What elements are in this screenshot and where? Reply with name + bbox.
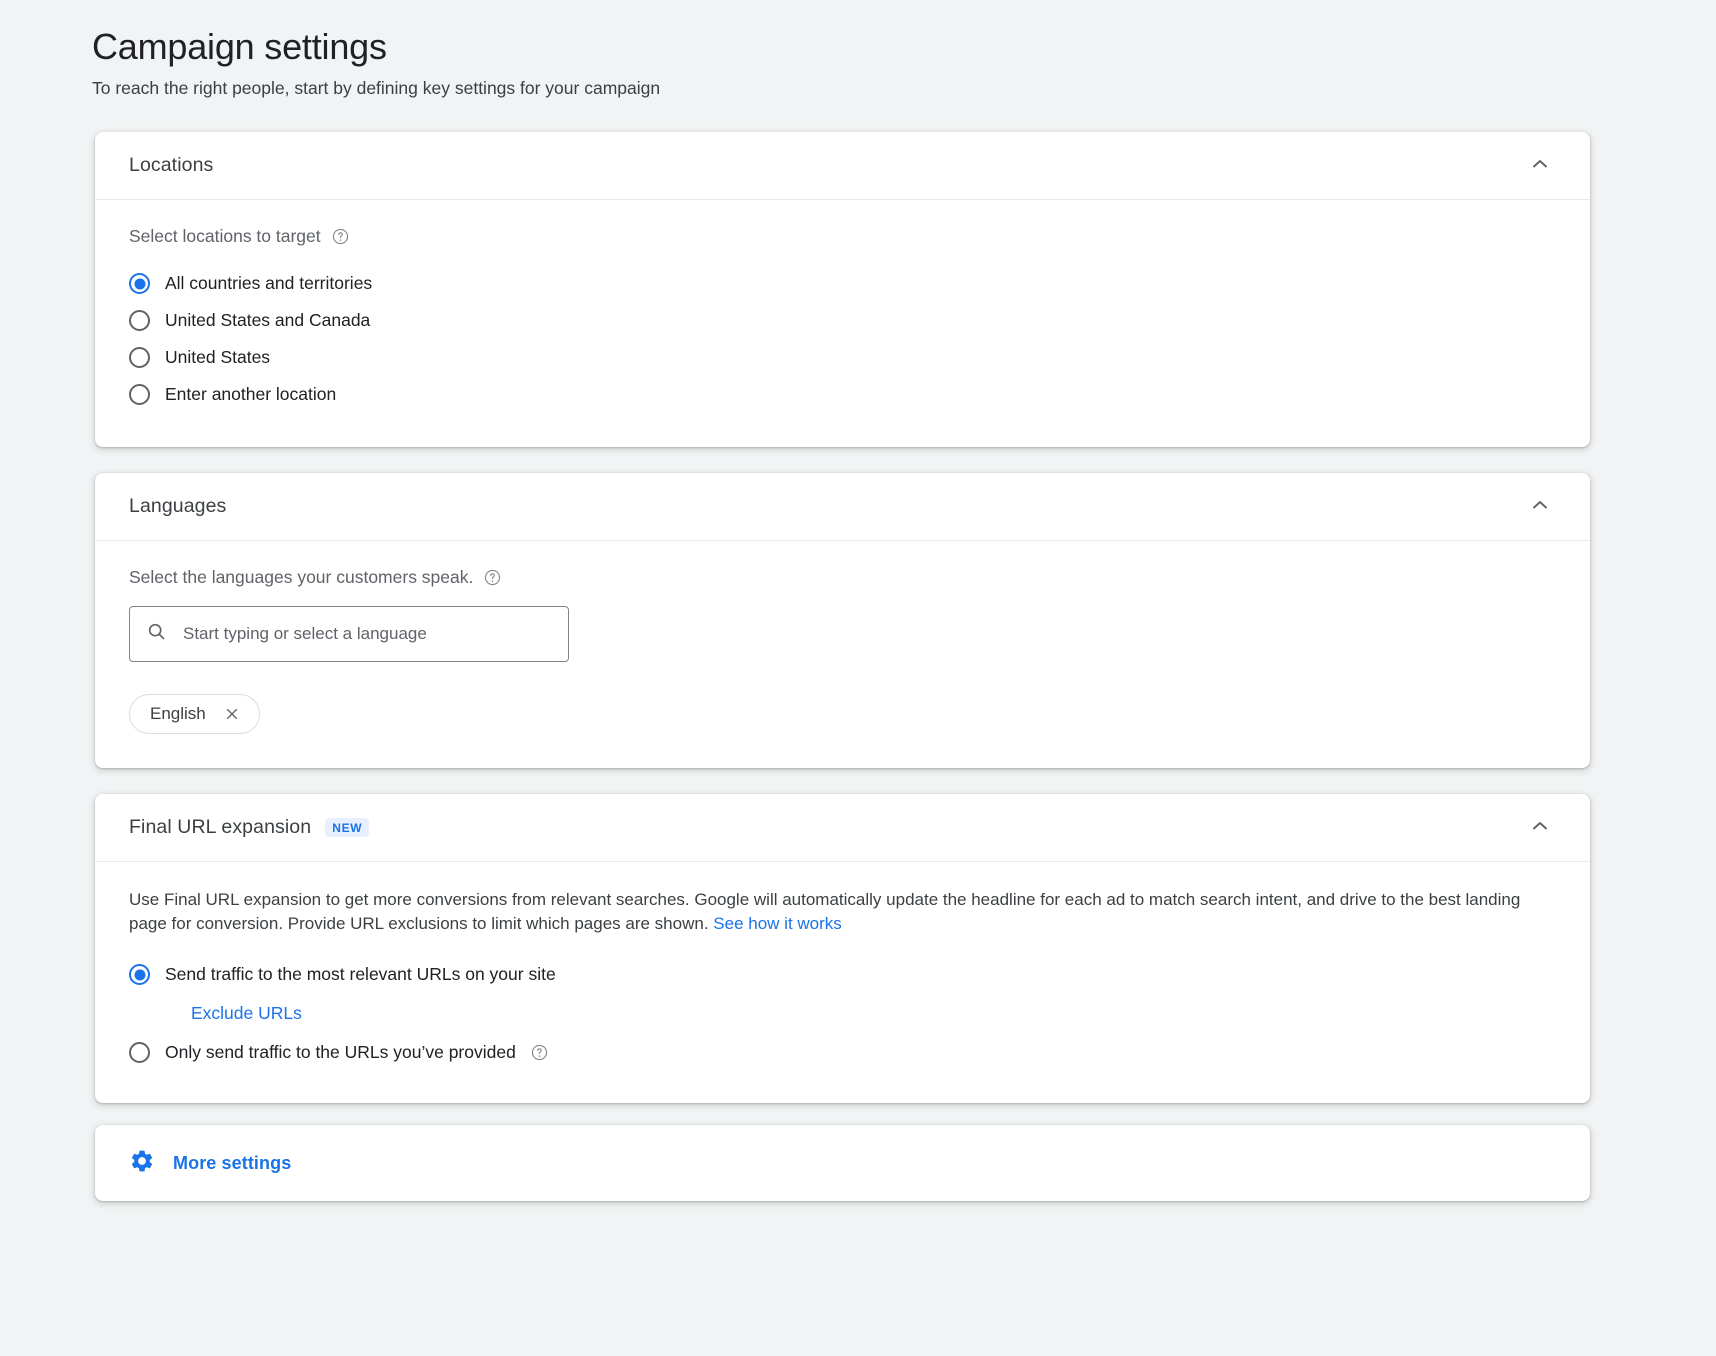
card-gap xyxy=(0,768,1716,794)
location-option-2[interactable]: United States xyxy=(129,339,1556,376)
languages-card-title: Languages xyxy=(129,495,226,518)
radio-indicator xyxy=(129,384,150,405)
more-settings-label: More settings xyxy=(173,1153,291,1174)
location-option-label: United States and Canada xyxy=(165,310,370,331)
chip-label: English xyxy=(150,704,206,724)
final-url-expansion-card-header: Final URL expansion NEW xyxy=(95,794,1590,862)
page-header: Campaign settings To reach the right peo… xyxy=(0,0,1716,100)
final-url-expansion-description: Use Final URL expansion to get more conv… xyxy=(129,888,1529,936)
new-badge: NEW xyxy=(325,818,369,837)
location-option-label: All countries and territories xyxy=(165,273,372,294)
final-url-option-1[interactable]: Only send traffic to the URLs you’ve pro… xyxy=(129,1036,1556,1069)
final-url-expansion-collapse-button[interactable] xyxy=(1520,808,1560,848)
page-title: Campaign settings xyxy=(92,26,1716,67)
chevron-up-icon xyxy=(1528,152,1552,179)
page-subtitle: To reach the right people, start by defi… xyxy=(92,77,1716,100)
radio-indicator xyxy=(129,1042,150,1063)
locations-card-title: Locations xyxy=(129,154,213,177)
final-url-expansion-card: Final URL expansion NEW Use Final URL ex… xyxy=(95,794,1590,1103)
locations-field-label-row: Select locations to target xyxy=(129,226,1556,247)
languages-collapse-button[interactable] xyxy=(1520,487,1560,527)
more-settings-row[interactable]: More settings xyxy=(95,1125,1590,1201)
languages-card-body: Select the languages your customers spea… xyxy=(95,541,1590,768)
radio-indicator xyxy=(129,347,150,368)
location-option-label: United States xyxy=(165,347,270,368)
final-url-expansion-card-body: Use Final URL expansion to get more conv… xyxy=(95,862,1590,1103)
help-circle-icon[interactable] xyxy=(531,1044,548,1061)
chevron-up-icon xyxy=(1528,493,1552,520)
help-circle-icon[interactable] xyxy=(332,228,349,245)
close-icon[interactable] xyxy=(222,704,242,724)
help-circle-icon[interactable] xyxy=(484,569,501,586)
languages-card: Languages Select the languages your cust… xyxy=(95,473,1590,768)
location-option-3[interactable]: Enter another location xyxy=(129,376,1556,413)
radio-indicator xyxy=(129,310,150,331)
location-option-0[interactable]: All countries and territories xyxy=(129,265,1556,302)
language-search-box[interactable] xyxy=(129,606,569,662)
locations-card-header: Locations xyxy=(95,132,1590,200)
location-option-1[interactable]: United States and Canada xyxy=(129,302,1556,339)
locations-field-label: Select locations to target xyxy=(129,226,321,247)
language-chip-list: English xyxy=(129,694,1556,734)
languages-field-label: Select the languages your customers spea… xyxy=(129,567,473,588)
radio-indicator xyxy=(129,964,150,985)
search-icon xyxy=(146,621,167,647)
radio-indicator xyxy=(129,273,150,294)
campaign-settings-page: Campaign settings To reach the right peo… xyxy=(0,0,1716,1356)
gear-icon xyxy=(129,1148,155,1179)
locations-card: Locations Select locations to target xyxy=(95,132,1590,447)
languages-card-header: Languages xyxy=(95,473,1590,541)
final-url-option-0[interactable]: Send traffic to the most relevant URLs o… xyxy=(129,958,1556,991)
locations-collapse-button[interactable] xyxy=(1520,146,1560,186)
exclude-urls-link[interactable]: Exclude URLs xyxy=(191,1003,302,1024)
see-how-it-works-link[interactable]: See how it works xyxy=(713,914,842,933)
card-gap xyxy=(0,447,1716,473)
locations-card-body: Select locations to target All countries… xyxy=(95,200,1590,447)
final-url-expansion-card-title: Final URL expansion xyxy=(129,816,311,839)
final-url-option-label: Send traffic to the most relevant URLs o… xyxy=(165,964,556,985)
location-option-label: Enter another location xyxy=(165,384,336,405)
language-chip-english[interactable]: English xyxy=(129,694,260,734)
language-search-input[interactable] xyxy=(181,607,552,661)
final-url-option-label: Only send traffic to the URLs you’ve pro… xyxy=(165,1042,516,1063)
chevron-up-icon xyxy=(1528,814,1552,841)
languages-field-label-row: Select the languages your customers spea… xyxy=(129,567,1556,588)
